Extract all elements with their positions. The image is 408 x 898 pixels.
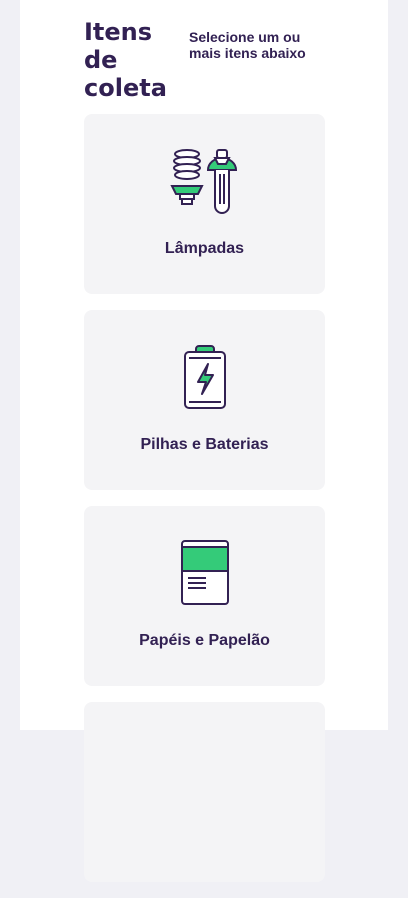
- item-batteries[interactable]: Pilhas e Baterias: [84, 310, 325, 490]
- item-lamps[interactable]: Lâmpadas: [84, 114, 325, 294]
- items-grid: Lâmpadas Pilhas e Baterias Papéis e Pape…: [84, 114, 325, 898]
- paper-icon: [180, 540, 230, 611]
- page-title: Itens de coleta: [84, 18, 167, 102]
- item-paper[interactable]: Papéis e Papelão: [84, 506, 325, 686]
- items-header: Itens de coleta Selecione um ou mais ite…: [84, 18, 384, 102]
- item-paper-label: Papéis e Papelão: [139, 632, 270, 649]
- item-batteries-label: Pilhas e Baterias: [140, 436, 269, 453]
- page-subtitle: Selecione um ou mais itens abaixo: [189, 29, 306, 61]
- item-next[interactable]: [84, 702, 325, 882]
- item-lamps-label: Lâmpadas: [164, 240, 245, 257]
- lamps-icon: [169, 146, 240, 219]
- main-panel: Itens de coleta Selecione um ou mais ite…: [20, 0, 388, 882]
- battery-icon: [182, 344, 228, 415]
